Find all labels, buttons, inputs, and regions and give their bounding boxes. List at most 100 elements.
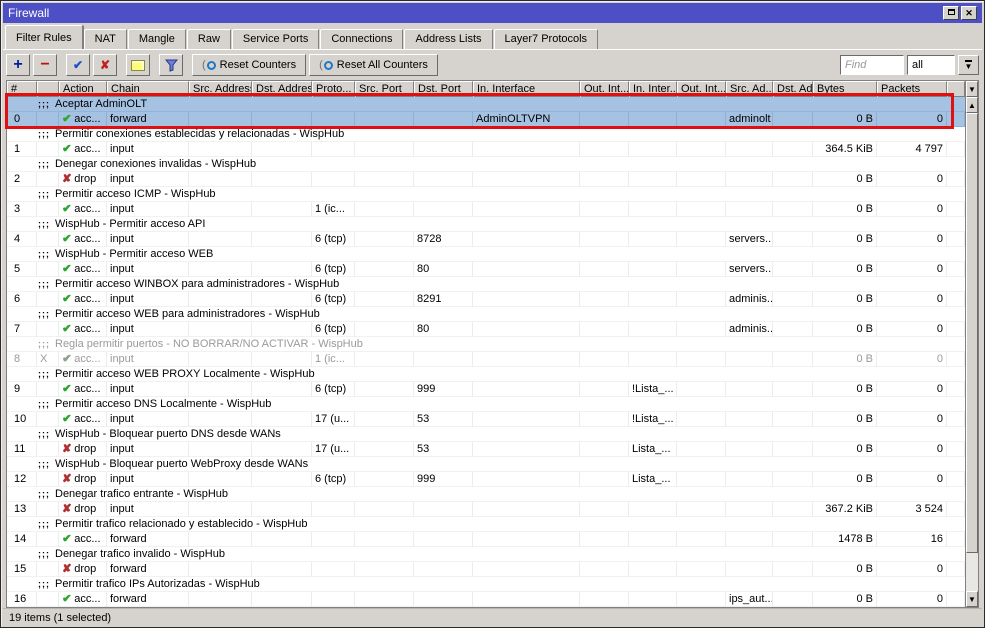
flag-cell [37, 322, 59, 337]
add-rule-button[interactable]: + [6, 54, 30, 76]
action-label: drop [74, 503, 96, 515]
column-header-in-interface[interactable]: In. Interface [473, 81, 580, 97]
packets-cell: 0 [877, 202, 947, 217]
comment-row[interactable]: ;;;Denegar trafico invalido - WispHub [7, 547, 965, 562]
bytes-cell: 0 B [813, 292, 877, 307]
column-header-chain[interactable]: Chain [107, 81, 189, 97]
column-header-src-port[interactable]: Src. Port [355, 81, 414, 97]
comment-row[interactable]: ;;;Aceptar AdminOLT [7, 97, 965, 112]
column-header-out-interface[interactable]: Out. Int... [580, 81, 629, 97]
accept-icon: ✔ [62, 593, 71, 605]
scrollbar-thumb[interactable] [966, 113, 978, 553]
column-header-out-list[interactable]: Out. Int... [677, 81, 726, 97]
rule-row[interactable]: 16✔acc...forwardips_aut...0 B0 [7, 592, 965, 607]
maximize-button[interactable] [943, 6, 959, 20]
scrollbar-track[interactable] [966, 113, 978, 591]
rule-row[interactable]: 15✘dropforward0 B0 [7, 562, 965, 577]
comment-row[interactable]: ;;;Permitir trafico relacionado y establ… [7, 517, 965, 532]
rule-row[interactable]: 0✔acc...forwardAdminOLTVPNadminolt0 B0 [7, 112, 965, 127]
comment-row[interactable]: ;;;Permitir acceso DNS Localmente - Wisp… [7, 397, 965, 412]
rule-row[interactable]: 8X✔acc...input1 (ic...0 B0 [7, 352, 965, 367]
action-cell: ✘drop [59, 472, 107, 487]
comment-row[interactable]: ;;;Permitir acceso WINBOX para administr… [7, 277, 965, 292]
comment-row[interactable]: ;;;WispHub - Bloquear puerto DNS desde W… [7, 427, 965, 442]
column-header-action[interactable]: Action [59, 81, 107, 97]
bytes-cell: 0 B [813, 382, 877, 397]
rule-row[interactable]: 7✔acc...input6 (tcp)80adminis...0 B0 [7, 322, 965, 337]
out-list-cell [677, 502, 726, 517]
rule-row[interactable]: 6✔acc...input6 (tcp)8291adminis...0 B0 [7, 292, 965, 307]
comment-row[interactable]: ;;;WispHub - Permitir acceso WEB [7, 247, 965, 262]
rule-row[interactable]: 12✘dropinput6 (tcp)999Lista_...0 B0 [7, 472, 965, 487]
tab-service-ports[interactable]: Service Ports [232, 29, 319, 49]
column-header-in-list[interactable]: In. Inter... [629, 81, 677, 97]
tab-bar: Filter RulesNATMangleRawService PortsCon… [3, 24, 982, 49]
dst-port-cell: 8291 [414, 292, 473, 307]
column-header-src-list[interactable]: Src. Ad... [726, 81, 773, 97]
tab-filter-rules[interactable]: Filter Rules [5, 25, 83, 49]
rule-row[interactable]: 2✘dropinput0 B0 [7, 172, 965, 187]
column-header-dst-list[interactable]: Dst. Ad... [773, 81, 813, 97]
rule-row[interactable]: 9✔acc...input6 (tcp)999!Lista_...0 B0 [7, 382, 965, 397]
column-header-proto[interactable]: Proto... [312, 81, 355, 97]
comment-row[interactable]: ;;;Regla permitir puertos - NO BORRAR/NO… [7, 337, 965, 352]
action-label: acc... [74, 533, 100, 545]
tab-connections[interactable]: Connections [320, 29, 403, 49]
rule-row[interactable]: 3✔acc...input1 (ic...0 B0 [7, 202, 965, 217]
remove-rule-button[interactable]: − [33, 54, 57, 76]
close-button[interactable]: ✕ [961, 6, 977, 20]
filter-scope-dropdown-button[interactable]: ▼ [958, 55, 979, 75]
column-header-packets[interactable]: Packets [877, 81, 947, 97]
comment-row[interactable]: ;;;Permitir conexiones establecidas y re… [7, 127, 965, 142]
column-header-src-address[interactable]: Src. Address [189, 81, 252, 97]
reset-all-counters-button[interactable]: ( Reset All Counters [309, 54, 438, 76]
comment-row[interactable]: ;;;Denegar conexiones invalidas - WispHu… [7, 157, 965, 172]
rule-row[interactable]: 11✘dropinput17 (u...53Lista_...0 B0 [7, 442, 965, 457]
packets-cell: 0 [877, 562, 947, 577]
column-select-button[interactable]: ▼ [966, 81, 978, 97]
num-cell: 16 [7, 592, 37, 607]
find-input[interactable] [840, 55, 904, 75]
scroll-up-button[interactable]: ▲ [966, 97, 978, 113]
rule-row[interactable]: 13✘dropinput367.2 KiB3 524 [7, 502, 965, 517]
rule-row[interactable]: 10✔acc...input17 (u...53!Lista_...0 B0 [7, 412, 965, 427]
column-header-num[interactable]: # [7, 81, 37, 97]
filter-button[interactable] [159, 54, 183, 76]
tab-layer7-protocols[interactable]: Layer7 Protocols [494, 29, 599, 49]
comment-row[interactable]: ;;;Permitir acceso WEB PROXY Localmente … [7, 367, 965, 382]
rule-row[interactable]: 5✔acc...input6 (tcp)80servers...0 B0 [7, 262, 965, 277]
rule-row[interactable]: 4✔acc...input6 (tcp)8728servers...0 B0 [7, 232, 965, 247]
column-header-dst-port[interactable]: Dst. Port [414, 81, 473, 97]
comment-row[interactable]: ;;;Permitir acceso ICMP - WispHub [7, 187, 965, 202]
tab-address-lists[interactable]: Address Lists [404, 29, 492, 49]
reset-counters-button[interactable]: ( Reset Counters [192, 54, 306, 76]
disable-rule-button[interactable]: ✘ [93, 54, 117, 76]
num-cell: 2 [7, 172, 37, 187]
out-list-cell [677, 172, 726, 187]
comment-text: WispHub - Bloquear puerto DNS desde WANs [55, 427, 281, 441]
out-list-cell [677, 442, 726, 457]
comment-row[interactable]: ;;;Permitir trafico IPs Autorizadas - Wi… [7, 577, 965, 592]
column-select-icon: ▼ [968, 85, 976, 94]
rule-row[interactable]: 1✔acc...input364.5 KiB4 797 [7, 142, 965, 157]
comment-row[interactable]: ;;;Permitir acceso WEB para administrado… [7, 307, 965, 322]
chain-cell: input [107, 352, 189, 367]
tab-mangle[interactable]: Mangle [128, 29, 186, 49]
comment-row[interactable]: ;;;WispHub - Bloquear puerto WebProxy de… [7, 457, 965, 472]
rule-row[interactable]: 14✔acc...forward1478 B16 [7, 532, 965, 547]
comment-button[interactable] [126, 54, 150, 76]
enable-rule-button[interactable]: ✔ [66, 54, 90, 76]
scroll-down-button[interactable]: ▼ [966, 591, 978, 607]
column-header-dst-address[interactable]: Dst. Address [252, 81, 312, 97]
comment-row[interactable]: ;;;Denegar trafico entrante - WispHub [7, 487, 965, 502]
dst-address-cell [252, 262, 312, 277]
filter-scope-combo[interactable]: all [907, 55, 955, 75]
column-header-filler[interactable] [947, 81, 965, 97]
tab-raw[interactable]: Raw [187, 29, 231, 49]
column-header-bytes[interactable]: Bytes [813, 81, 877, 97]
comment-row[interactable]: ;;;WispHub - Permitir acceso API [7, 217, 965, 232]
tab-nat[interactable]: NAT [84, 29, 127, 49]
column-header-flag[interactable] [37, 81, 59, 97]
src-address-cell [189, 502, 252, 517]
vertical-scrollbar[interactable]: ▼ ▲ ▼ [965, 81, 978, 607]
